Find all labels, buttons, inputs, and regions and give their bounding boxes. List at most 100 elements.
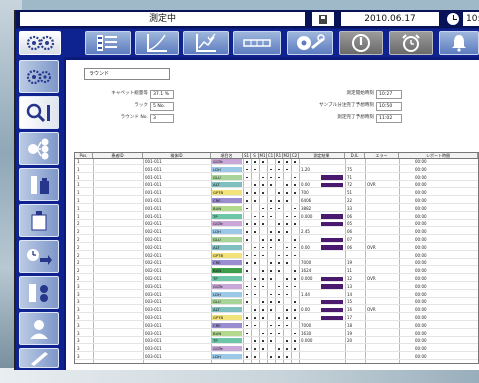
item-name-cell: BUN [212,205,242,211]
sidebar-item-status[interactable] [19,60,59,93]
table-row[interactable]: 1 001-011 GGTe 00:00 [75,159,478,165]
sample-id-cell: 002-011 [145,237,162,242]
status-dot [262,348,264,350]
result-cell: 1.20 [301,166,310,172]
table-row[interactable]: 3 003-011 TP 0.000 20 00:00 [75,338,478,345]
qc-button[interactable] [183,31,229,55]
status-dot [286,340,288,342]
status-dot [270,340,272,342]
sidebar-item-bottle[interactable] [19,204,59,237]
calibration-button[interactable] [135,31,179,55]
error-cell [367,221,397,226]
sidebar-item-user[interactable] [19,312,59,345]
shutdown-button[interactable] [339,31,383,55]
status-dot [246,254,248,257]
table-row[interactable]: 3 003-011 GPTB 17 00:00 [75,315,478,321]
status-dot [286,285,288,288]
sidebar-item-monitor[interactable] [19,96,59,129]
status-dot [262,207,264,210]
table-row[interactable]: 2 002-011 BUN 1624 11 00:00 [75,268,478,275]
status-dot [246,231,248,233]
table-row[interactable]: 3 003-011 GLU 15 00:00 [75,299,478,306]
status-dot [262,184,264,186]
table-row[interactable]: 2 002-011 TP 0.000 12 OVR 00:00 [75,276,478,282]
result-cell: 0.000 [301,338,313,344]
table-row[interactable]: 3 003-011 GGTe 00:00 [75,346,478,353]
table-row[interactable]: 2 002-011 GPTB 00:00 [75,252,478,259]
status-dot [286,184,288,186]
item-name-cell: GPTB [212,190,242,196]
error-cell [367,284,397,289]
table-row[interactable]: 2 002-011 GLU 07 00:00 [75,237,478,243]
result-cell [301,221,321,226]
table-row[interactable]: 2 002-011 ALT 0.00 06 OVR 00:00 [75,244,478,251]
rack-button[interactable] [233,31,281,55]
sidebar-item-rack[interactable] [19,276,59,309]
table-row[interactable]: 2 002-011 GGTe 05 00:00 [75,221,478,228]
status-dot [270,356,272,358]
table-row[interactable]: 3 003-011 LDH 1.44 14 00:00 [75,291,478,298]
status-dot [294,309,296,311]
sidebar-item-edit[interactable] [19,348,59,368]
table-row[interactable]: 1 001-011 GLU 71 00:00 [75,174,478,181]
table-row[interactable]: 2 002-011 CRE 7000 19 00:00 [75,260,478,267]
table-row[interactable]: 1 001-011 CRE 6406 22 00:00 [75,198,478,204]
item-name-cell: GGTe [212,221,242,227]
status-dot [270,184,272,186]
sidebar-item-timer[interactable] [19,240,59,273]
sidebar-item-reagent[interactable] [19,168,59,201]
worklist-button[interactable] [85,31,131,55]
table-row[interactable]: 3 003-011 BUN 1630 19 00:00 [75,330,478,337]
result-cell [301,284,321,289]
sample-id-cell: 002-011 [145,221,162,227]
result-cell: 0.00 [301,307,310,313]
table-row[interactable]: 1 001-011 LDH 1.20 75 00:00 [75,166,478,173]
status-dot [254,223,256,225]
dilution-cell: 06 [347,213,353,219]
pos-cell: 1 [77,182,80,188]
table-row[interactable]: 1 001-011 BUN 3882 33 00:00 [75,205,478,212]
round-tab[interactable]: ラウンド [84,68,170,80]
status-dot [254,348,256,350]
table-row[interactable]: 1 001-011 TP 0.000 06 00:00 [75,213,478,220]
home-button[interactable] [19,31,61,55]
timer-button[interactable] [389,31,433,55]
report-time-cell: 00:00 [415,159,427,164]
table-row[interactable]: 3 003-011 CRE 7000 18 00:00 [75,322,478,329]
side-toolbar [16,57,64,370]
table-header: Pos. 患者ID 検体ID 項目名 S1 S M1 C1 R1 M2 C2 測定結果 D.IL エラーレ… [74,152,479,159]
table-row[interactable]: 3 003-011 LDH 00:00 [75,354,478,360]
error-cell [367,237,397,242]
table-row[interactable]: 1 001-011 GPTB 700 51 00:00 [75,190,478,197]
alarm-button[interactable] [439,31,479,55]
sample-rack-icon [29,283,48,302]
status-dot [246,270,248,272]
timer-arrow-icon [27,248,52,265]
rack-icon [243,39,271,47]
status-dot [262,246,264,249]
status-dot [278,200,280,202]
error-cell [367,159,397,164]
status-dot [246,348,248,350]
table-row[interactable]: 2 002-011 LDH 2.45 06 00:00 [75,229,478,236]
report-time-cell: 00:00 [415,252,427,258]
result-cell: 1.44 [301,291,310,297]
report-time-cell: 00:00 [415,260,427,266]
sample-id-cell: 001-011 [145,174,162,180]
table-row[interactable]: 3 003-011 GGTe 13 00:00 [75,283,478,290]
sidebar-item-sample[interactable] [19,132,59,165]
result-highlight-bar [321,315,343,320]
status-dot [294,176,296,179]
dilution-cell [347,253,363,258]
save-button[interactable] [312,12,334,26]
dilution-cell [347,159,363,164]
table-row[interactable]: 1 001-011 ALT 0.00 72 OVR 00:00 [75,182,478,189]
column-header: S1 [243,153,251,158]
result-cell: 6406 [301,198,312,203]
status-dot [254,317,256,319]
table-row[interactable]: 3 003-011 ALT 0.00 16 OVR 00:00 [75,307,478,314]
maintenance-button[interactable] [287,31,333,55]
error-cell [367,229,397,234]
report-time-cell: 00:00 [415,315,427,320]
item-name-cell: CRE [212,322,242,328]
